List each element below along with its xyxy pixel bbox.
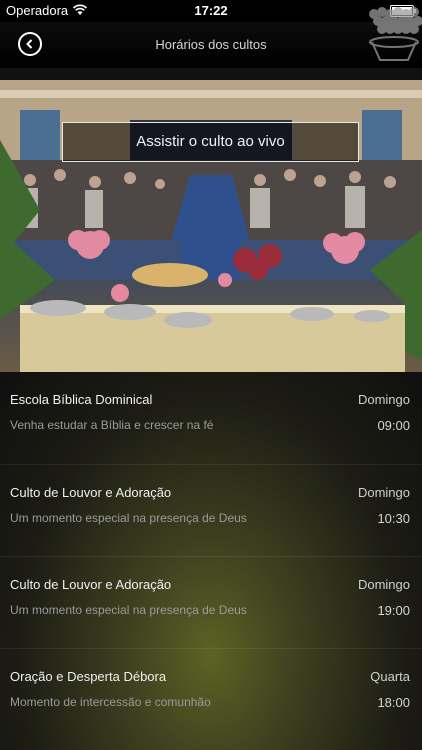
service-time: 09:00	[377, 418, 410, 433]
service-time: 19:00	[377, 603, 410, 618]
service-description: Momento de intercessão e comunhão	[10, 695, 211, 709]
service-title: Oração e Desperta Débora	[10, 669, 167, 684]
service-title: Escola Bíblica Dominical	[10, 392, 153, 407]
service-time: 10:30	[377, 511, 410, 526]
church-logo	[369, 7, 422, 61]
schedule-list: Escola Bíblica Dominical Domingo Venha e…	[0, 372, 422, 750]
schedule-item[interactable]: Escola Bíblica Dominical Domingo Venha e…	[0, 372, 422, 464]
schedule-item[interactable]: Oração e Desperta Débora Quarta Momento …	[0, 648, 422, 741]
service-day: Domingo	[357, 485, 410, 500]
service-day: Domingo	[357, 577, 410, 592]
service-title: Culto de Louvor e Adoração	[10, 577, 172, 592]
service-title: Culto de Louvor e Adoração	[10, 485, 172, 500]
service-time: 18:00	[377, 695, 410, 710]
schedule-item[interactable]: Culto de Louvor e Adoração Domingo Um mo…	[0, 464, 422, 557]
schedule-item[interactable]: Culto de Louvor e Adoração Domingo Um mo…	[0, 556, 422, 649]
watch-live-button[interactable]: Assistir o culto ao vivo	[62, 122, 359, 162]
navigation-bar: Horários dos cultos	[0, 7, 422, 68]
service-day: Quarta	[370, 669, 410, 684]
service-day: Domingo	[357, 392, 410, 407]
service-description: Venha estudar a Bíblia e crescer na fé	[10, 418, 214, 432]
service-description: Um momento especial na presença de Deus	[10, 603, 247, 617]
service-description: Um momento especial na presença de Deus	[10, 511, 247, 525]
worship-service-photo: Assistir o culto ao vivo	[0, 80, 422, 372]
